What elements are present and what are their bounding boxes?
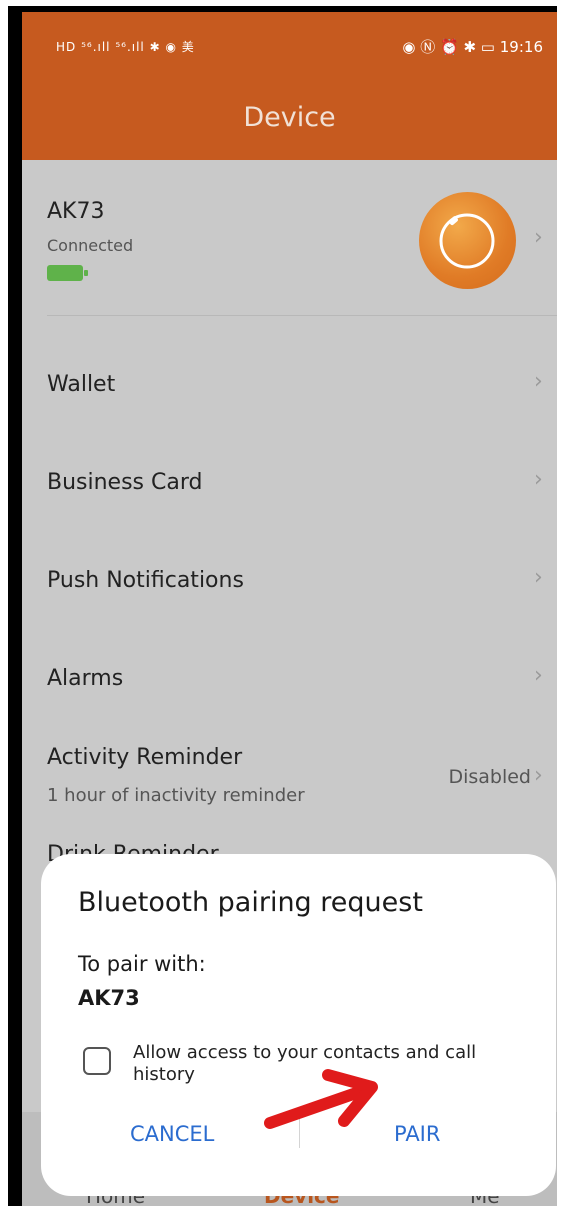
activity-reminder-value: Disabled <box>448 766 531 788</box>
system-status-icons: ◉ Ⓝ ⏰ ✱ ▭ <box>402 38 495 56</box>
screen: HD ⁵⁶.ıll ⁵⁶.ıll ✱ ◉ 美 ◉ Ⓝ ⏰ ✱ ▭ 19:16 D… <box>22 12 557 1206</box>
watch-icon <box>419 192 516 289</box>
chevron-right-icon: › <box>534 763 543 788</box>
status-bar: HD ⁵⁶.ıll ⁵⁶.ıll ✱ ◉ 美 ◉ Ⓝ ⏰ ✱ ▭ 19:16 <box>22 12 557 72</box>
battery-icon <box>47 265 88 281</box>
menu-label: Push Notifications <box>47 568 244 593</box>
dialog-title: Bluetooth pairing request <box>78 887 423 918</box>
chevron-right-icon: › <box>534 369 543 394</box>
device-name: AK73 <box>47 199 105 224</box>
chevron-right-icon: › <box>534 663 543 688</box>
chevron-right-icon: › <box>534 225 543 250</box>
bluetooth-pairing-dialog: Bluetooth pairing request To pair with: … <box>41 854 556 1196</box>
status-right: ◉ Ⓝ ⏰ ✱ ▭ 19:16 <box>402 36 543 57</box>
menu-label: Wallet <box>47 372 116 397</box>
menu-sublabel: 1 hour of inactivity reminder <box>47 785 305 806</box>
contacts-access-checkbox[interactable] <box>83 1047 111 1075</box>
clock: 19:16 <box>499 38 543 56</box>
page-title: Device <box>243 102 336 133</box>
red-arrow-annotation <box>264 1069 378 1129</box>
chevron-right-icon: › <box>534 467 543 492</box>
menu-label: Alarms <box>47 666 124 691</box>
dialog-device-name: AK73 <box>78 986 140 1010</box>
divider <box>47 315 557 316</box>
signal-icons: HD ⁵⁶.ıll ⁵⁶.ıll ✱ ◉ 美 <box>56 40 195 54</box>
dialog-pair-with-label: To pair with: <box>78 952 206 976</box>
phone-frame: HD ⁵⁶.ıll ⁵⁶.ıll ✱ ◉ 美 ◉ Ⓝ ⏰ ✱ ▭ 19:16 D… <box>8 6 557 1206</box>
menu-label: Activity Reminder <box>47 745 243 770</box>
app-header: HD ⁵⁶.ıll ⁵⁶.ıll ✱ ◉ 美 ◉ Ⓝ ⏰ ✱ ▭ 19:16 D… <box>22 12 557 160</box>
cancel-button[interactable]: CANCEL <box>130 1122 214 1146</box>
pair-button[interactable]: PAIR <box>394 1122 440 1146</box>
chevron-right-icon: › <box>534 565 543 590</box>
device-connection-status: Connected <box>47 236 134 255</box>
menu-label: Business Card <box>47 470 203 495</box>
